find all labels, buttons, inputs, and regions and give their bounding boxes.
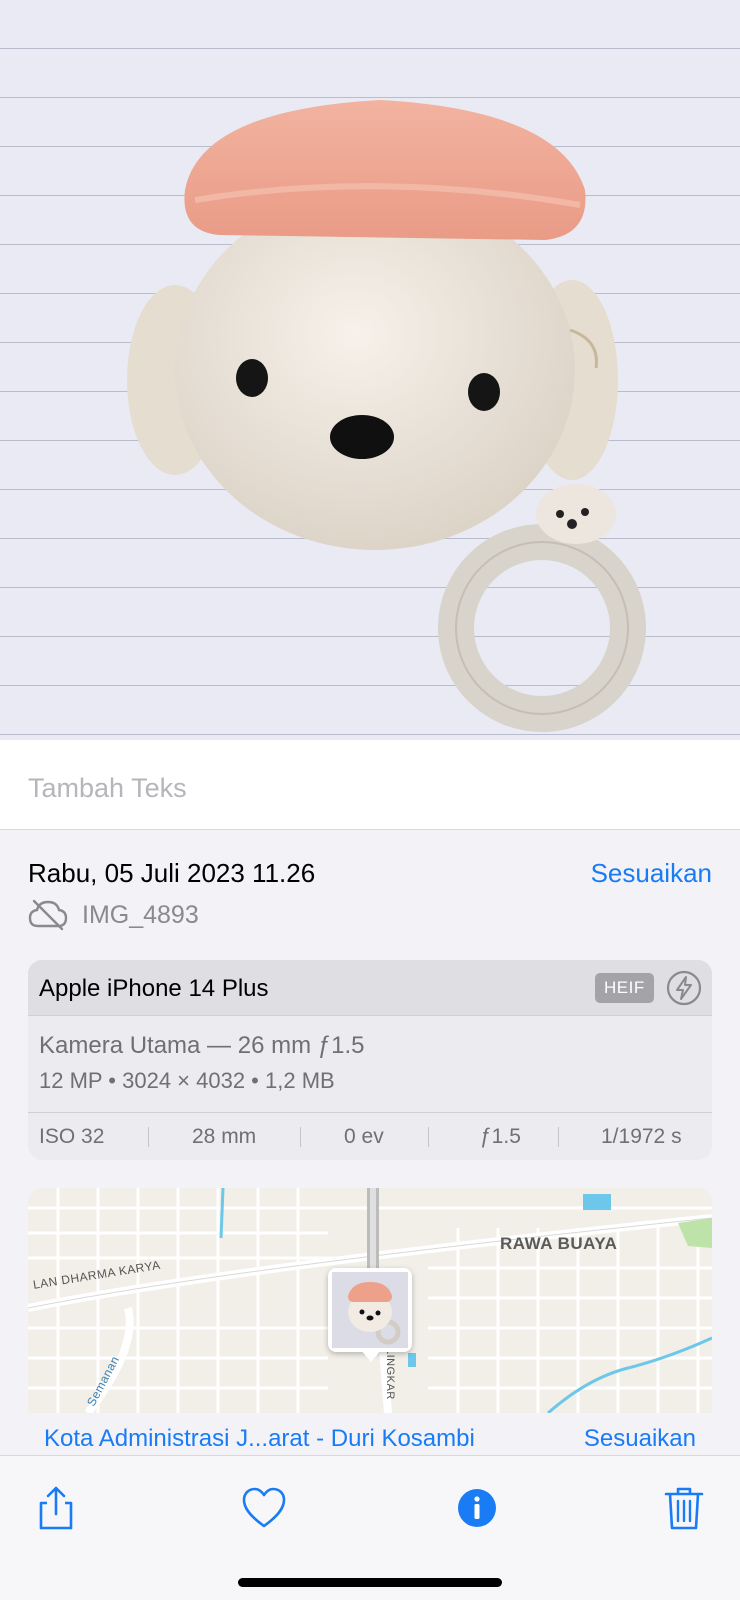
exif-divider xyxy=(428,1127,429,1147)
exif-exposure: 0 ev xyxy=(344,1125,384,1148)
map-label-district: RAWA BUAYA xyxy=(500,1234,618,1253)
trash-icon[interactable] xyxy=(660,1484,708,1532)
icloud-off-icon xyxy=(28,899,68,931)
map-photo-pin[interactable] xyxy=(328,1268,412,1352)
info-icon[interactable] xyxy=(452,1483,502,1533)
location-map[interactable]: RAWA BUAYA LAN DHARMA KARYA Semanan LING… xyxy=(28,1188,712,1458)
camera-header: Apple iPhone 14 Plus HEIF xyxy=(28,960,712,1016)
lens-info: Kamera Utama — 26 mm ƒ1.5 xyxy=(39,1032,365,1059)
exif-focal-length: 28 mm xyxy=(192,1125,257,1148)
exif-divider xyxy=(558,1127,559,1147)
image-specs: 12 MP • 3024 × 4032 • 1,2 MB xyxy=(39,1068,335,1093)
device-name: Apple iPhone 14 Plus xyxy=(39,975,269,1002)
map-label-street: LINGKAR xyxy=(384,1348,396,1400)
caption-input[interactable] xyxy=(28,770,708,806)
share-icon[interactable] xyxy=(32,1484,80,1532)
exif-row: ISO 32 28 mm 0 ev ƒ1.5 1/1972 s xyxy=(28,1112,712,1160)
flash-off-icon xyxy=(666,970,702,1006)
exif-iso: ISO 32 xyxy=(39,1125,105,1148)
exif-aperture: ƒ1.5 xyxy=(480,1125,521,1148)
file-name: IMG_4893 xyxy=(82,901,199,929)
location-row: Kota Administrasi J...arat - Duri Kosamb… xyxy=(28,1413,712,1458)
format-badge: HEIF xyxy=(595,973,654,1003)
adjust-date-button[interactable]: Sesuaikan xyxy=(591,858,712,889)
adjust-location-button[interactable]: Sesuaikan xyxy=(584,1425,696,1453)
map-pin-pointer xyxy=(361,1350,381,1362)
capture-date: Rabu, 05 Juli 2023 11.26 xyxy=(28,858,316,888)
location-name[interactable]: Kota Administrasi J...arat - Duri Kosamb… xyxy=(44,1425,475,1453)
camera-info-card: Apple iPhone 14 Plus HEIF Kamera Utama —… xyxy=(28,960,712,1160)
heart-icon[interactable] xyxy=(240,1484,288,1532)
exif-divider xyxy=(300,1127,301,1147)
exif-shutter: 1/1972 s xyxy=(601,1125,682,1148)
caption-area xyxy=(0,740,740,830)
photo-image xyxy=(127,100,646,732)
home-indicator[interactable] xyxy=(238,1578,502,1587)
photo-thumbnail xyxy=(332,1272,408,1348)
exif-divider xyxy=(148,1127,149,1147)
photo-view[interactable] xyxy=(0,0,740,740)
